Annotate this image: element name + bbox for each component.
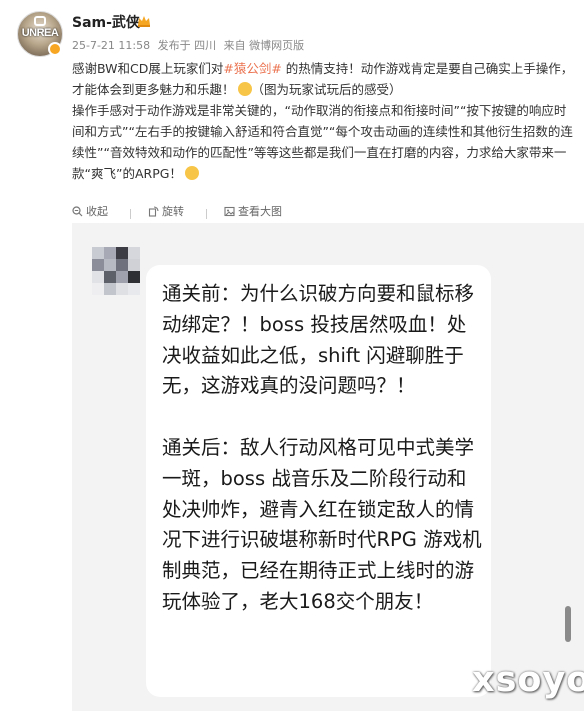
avatar-logo-text: UNREA <box>21 27 59 39</box>
rotate-label: 旋转 <box>162 205 184 218</box>
collapse-icon <box>72 205 83 216</box>
post-image[interactable]: 通关前：为什么识破方向要和鼠标移动绑定？！boss 投技居然吸血！处决收益如此之… <box>72 223 584 711</box>
content-note: （图为玩家试玩后的感受） <box>251 82 402 97</box>
emoji-icon <box>237 82 252 96</box>
collapse-button[interactable]: 收起 <box>72 203 108 219</box>
topic-link[interactable]: #猿公剑# <box>223 61 281 76</box>
chat-message-text: 通关前：为什么识破方向要和鼠标移动绑定？！boss 投技居然吸血！处决收益如此之… <box>162 282 482 613</box>
crown-icon <box>138 16 150 27</box>
rotate-icon <box>148 205 159 217</box>
post-location: 发布于 四川 <box>157 39 217 52</box>
verified-icon <box>48 42 62 56</box>
view-large-icon <box>224 206 235 216</box>
scrollbar[interactable] <box>565 606 571 642</box>
view-large-label: 查看大图 <box>238 205 282 218</box>
view-large-button[interactable]: 查看大图 <box>224 203 282 219</box>
watermark: xsoyo <box>472 660 584 700</box>
weibo-post: UNREA Sam-武侠 25-7-21 11:58 发布于 四川 来自 微博网… <box>0 0 584 711</box>
divider <box>129 208 131 219</box>
post-date[interactable]: 25-7-21 11:58 <box>72 39 150 52</box>
collapse-label: 收起 <box>86 205 108 218</box>
logo-mark-icon <box>34 16 46 26</box>
emoji-icon <box>184 166 199 180</box>
username[interactable]: Sam-武侠 <box>72 12 140 32</box>
image-actions: 收起 旋转 查看大图 <box>72 203 300 220</box>
content-intro: 感谢BW和CD展上玩家们对 <box>72 61 224 76</box>
pixelated-avatar <box>92 247 140 295</box>
rotate-button[interactable]: 旋转 <box>148 203 184 219</box>
post-content: 感谢BW和CD展上玩家们对#猿公剑# 的热情支持！动作游戏肯定是要自己确实上手操… <box>72 58 574 184</box>
post-source: 来自 微博网页版 <box>223 39 305 52</box>
post-meta: 25-7-21 11:58 发布于 四川 来自 微博网页版 <box>72 37 308 53</box>
content-body: 操作手感对于动作游戏是非常关键的，“动作取消的衔接点和衔接时间”“按下按键的响应… <box>72 103 573 181</box>
divider <box>205 208 207 219</box>
